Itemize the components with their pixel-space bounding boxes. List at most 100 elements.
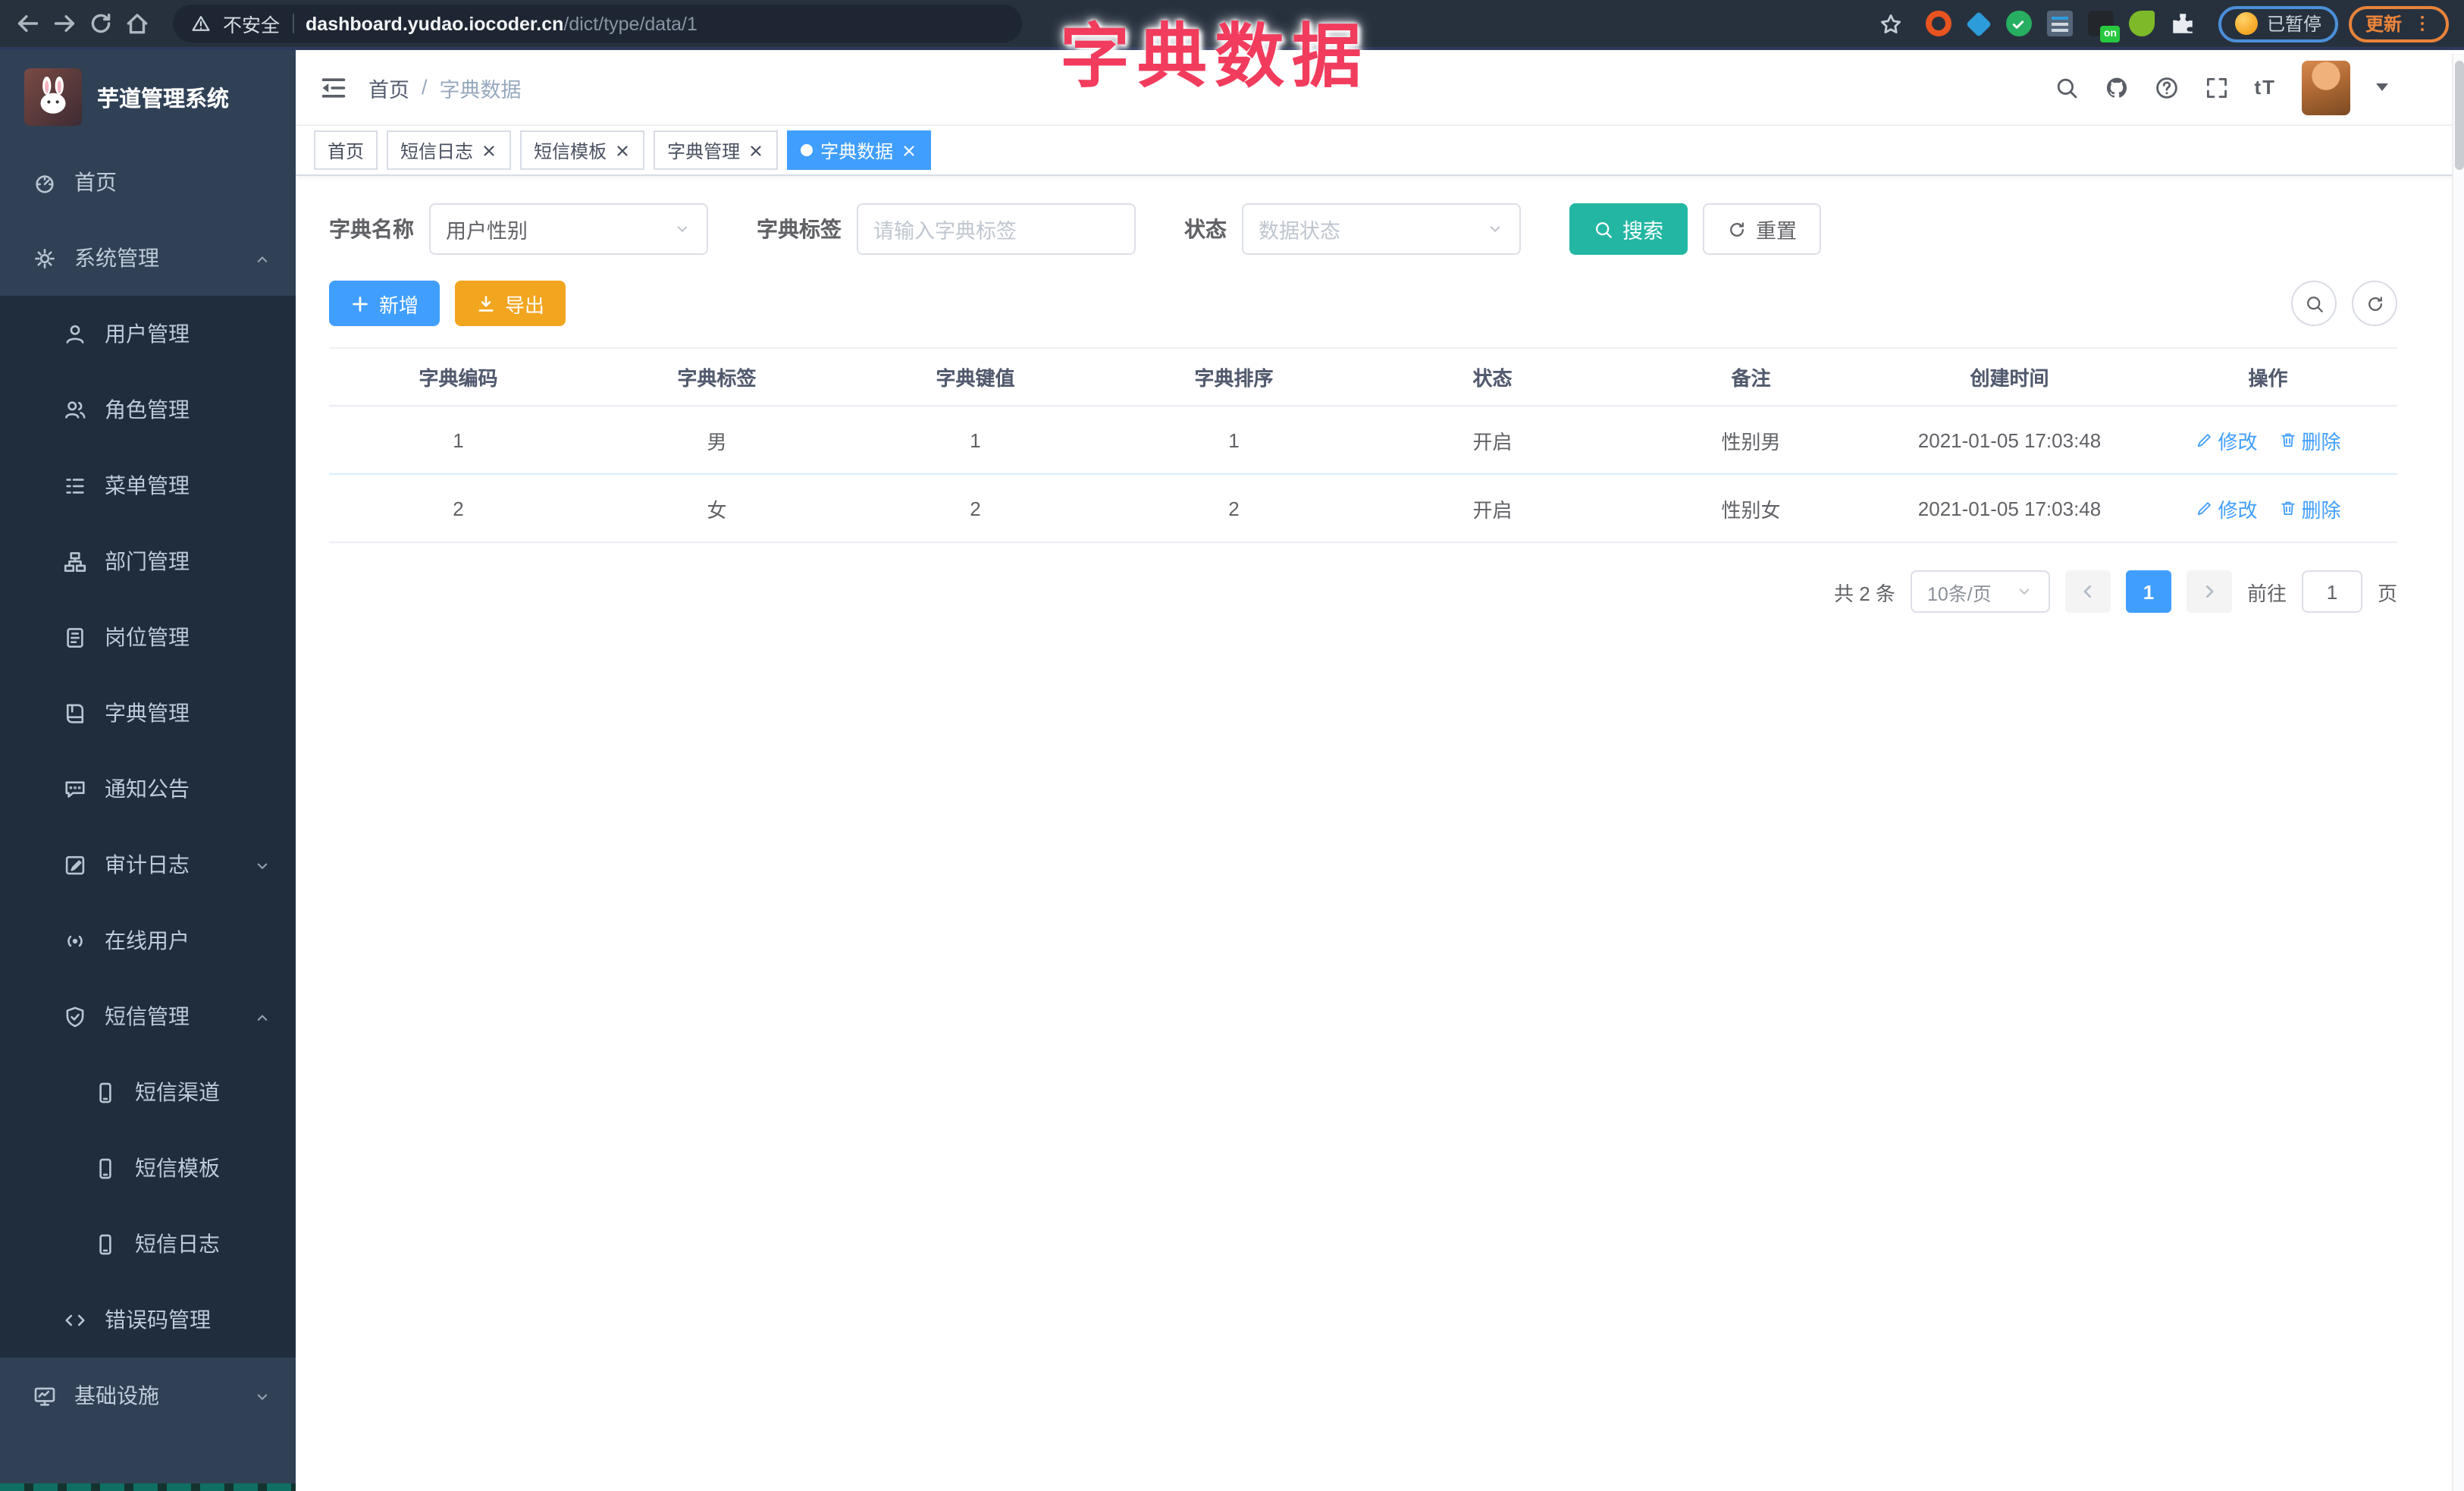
back-icon[interactable] xyxy=(15,11,41,36)
close-icon[interactable] xyxy=(614,142,631,159)
url-path: /dict/type/data/1 xyxy=(563,13,698,34)
delete-link[interactable]: 删除 xyxy=(2279,494,2341,523)
goto-label: 前往 xyxy=(2246,582,2287,604)
sidebar-item-label: 菜单管理 xyxy=(105,473,190,498)
extensions-puzzle-icon[interactable] xyxy=(2170,11,2196,36)
sidebar-item[interactable]: 用户管理 xyxy=(0,296,296,372)
status-label: 状态 xyxy=(1184,217,1227,241)
chat-bubble-icon xyxy=(64,777,86,800)
help-icon[interactable] xyxy=(2154,75,2178,99)
online-icon xyxy=(64,929,86,952)
sidebar-item[interactable]: 通知公告 xyxy=(0,751,296,827)
tag-tab[interactable]: 字典数据 xyxy=(787,130,932,170)
browser-update-button[interactable]: 更新 xyxy=(2348,5,2449,42)
forward-icon[interactable] xyxy=(52,11,77,36)
scrollbar-thumb[interactable] xyxy=(2455,61,2464,170)
reload-icon[interactable] xyxy=(88,11,114,36)
export-button[interactable]: 导出 xyxy=(455,281,566,326)
chevron-down-icon xyxy=(673,220,691,238)
sidebar-item[interactable]: 部门管理 xyxy=(0,523,296,599)
security-label: 不安全 xyxy=(223,15,281,36)
sidebar-item-label: 在线用户 xyxy=(105,928,190,953)
phone-icon xyxy=(94,1081,117,1103)
font-size-button[interactable]: tT xyxy=(2254,76,2276,99)
edit-link[interactable]: 修改 xyxy=(2195,425,2258,454)
edit-link[interactable]: 修改 xyxy=(2195,494,2258,523)
user-avatar[interactable] xyxy=(2302,60,2350,115)
tag-tab[interactable]: 短信模板 xyxy=(520,130,645,170)
sidebar-item[interactable]: 岗位管理 xyxy=(0,599,296,675)
github-icon[interactable] xyxy=(2104,75,2128,99)
sidebar-item[interactable]: 角色管理 xyxy=(0,372,296,447)
plus-icon xyxy=(350,293,370,313)
sidebar-item[interactable]: 短信模板 xyxy=(0,1130,296,1206)
url-host: dashboard.yudao.iocoder.cn xyxy=(306,13,564,34)
tag-tab[interactable]: 字典管理 xyxy=(654,130,779,170)
sidebar-item[interactable]: 错误码管理 xyxy=(0,1282,296,1358)
close-icon[interactable] xyxy=(901,142,917,159)
sidebar-item[interactable]: 短信日志 xyxy=(0,1206,296,1282)
tag-tab[interactable]: 首页 xyxy=(314,130,378,170)
sidebar-menu: 首页系统管理 用户管理 角色管理菜单管理部门管理 岗位管理 字典管理 通知公告 审计日志在线… xyxy=(0,144,296,1433)
bookmark-star-icon[interactable] xyxy=(1879,11,1903,36)
org-tree-icon xyxy=(64,550,86,573)
extension-orange-icon[interactable] xyxy=(1925,11,1951,36)
next-page-button[interactable] xyxy=(2186,570,2232,613)
sidebar-item[interactable]: 在线用户 xyxy=(0,902,296,978)
prev-page-button[interactable] xyxy=(2064,570,2111,613)
users-icon xyxy=(64,398,86,421)
overlay-annotation-title: 字典数据 xyxy=(1060,17,1369,96)
table-toolbar: 新增 导出 xyxy=(329,281,2431,326)
edit-icon xyxy=(2195,431,2213,449)
dict-label-input[interactable]: 请输入字典标签 xyxy=(857,203,1136,255)
table-row: 1 男 1 1 开启 性别男 2021-01-05 17:03:48 修改 删除 xyxy=(329,406,2397,475)
current-page[interactable]: 1 xyxy=(2125,570,2171,613)
tag-tab[interactable]: 短信日志 xyxy=(387,130,512,170)
not-secure-warning-icon[interactable] xyxy=(191,14,211,33)
window-scrollbar[interactable] xyxy=(2452,53,2464,1491)
extension-bars-icon[interactable] xyxy=(2046,11,2073,36)
extension-on-icon[interactable]: on xyxy=(2087,11,2120,42)
close-icon[interactable] xyxy=(481,142,497,159)
extension-check-icon[interactable] xyxy=(2005,11,2032,36)
download-icon xyxy=(476,293,496,313)
toggle-search-button[interactable] xyxy=(2291,281,2337,326)
breadcrumb-home[interactable]: 首页 xyxy=(368,72,409,102)
address-bar[interactable]: 不安全 dashboard.yudao.iocoder.cn/dict/type… xyxy=(173,5,1022,42)
extension-blue-icon[interactable] xyxy=(1965,11,1992,36)
sidebar-item[interactable]: 基础设施 xyxy=(0,1358,296,1433)
sidebar-item[interactable]: 短信渠道 xyxy=(0,1054,296,1130)
column-header: 字典标签 xyxy=(588,347,846,406)
sidebar-logo[interactable]: 芋道管理系统 xyxy=(0,50,296,144)
delete-link[interactable]: 删除 xyxy=(2279,425,2341,454)
fullscreen-icon[interactable] xyxy=(2204,75,2228,99)
refresh-table-button[interactable] xyxy=(2352,281,2397,326)
column-header: 状态 xyxy=(1363,347,1622,406)
tags-bar: 首页 短信日志 短信模板 字典管理 字典数据 xyxy=(296,126,2464,176)
profile-paused-chip[interactable]: 已暂停 xyxy=(2218,5,2338,42)
sidebar-item[interactable]: 系统管理 xyxy=(0,220,296,296)
dict-name-select[interactable]: 用户性别 xyxy=(429,203,708,255)
goto-page-input[interactable]: 1 xyxy=(2301,570,2362,613)
sidebar-item[interactable]: 短信管理 xyxy=(0,978,296,1054)
home-icon[interactable] xyxy=(124,11,150,36)
page-size-select[interactable]: 10条/页 xyxy=(1910,570,2050,613)
collapse-sidebar-icon[interactable] xyxy=(320,74,347,101)
search-button[interactable]: 搜索 xyxy=(1569,203,1688,255)
add-button[interactable]: 新增 xyxy=(329,281,440,326)
status-select[interactable]: 数据状态 xyxy=(1242,203,1521,255)
search-icon[interactable] xyxy=(2054,75,2078,99)
sidebar-item[interactable]: 字典管理 xyxy=(0,675,296,751)
kebab-menu-icon[interactable] xyxy=(2412,14,2432,33)
sidebar-item-label: 首页 xyxy=(74,170,117,194)
phone-icon xyxy=(94,1232,117,1255)
sidebar-item[interactable]: 首页 xyxy=(0,144,296,220)
sidebar-item[interactable]: 审计日志 xyxy=(0,827,296,902)
avatar-caret-down-icon[interactable] xyxy=(2376,83,2388,91)
chevron-down-icon xyxy=(1486,220,1504,238)
sidebar-item[interactable]: 菜单管理 xyxy=(0,447,296,523)
reset-button[interactable]: 重置 xyxy=(1703,203,1821,255)
chevron-down-icon xyxy=(253,855,271,874)
extension-leaf-icon[interactable] xyxy=(2128,11,2155,36)
close-icon[interactable] xyxy=(748,142,764,159)
